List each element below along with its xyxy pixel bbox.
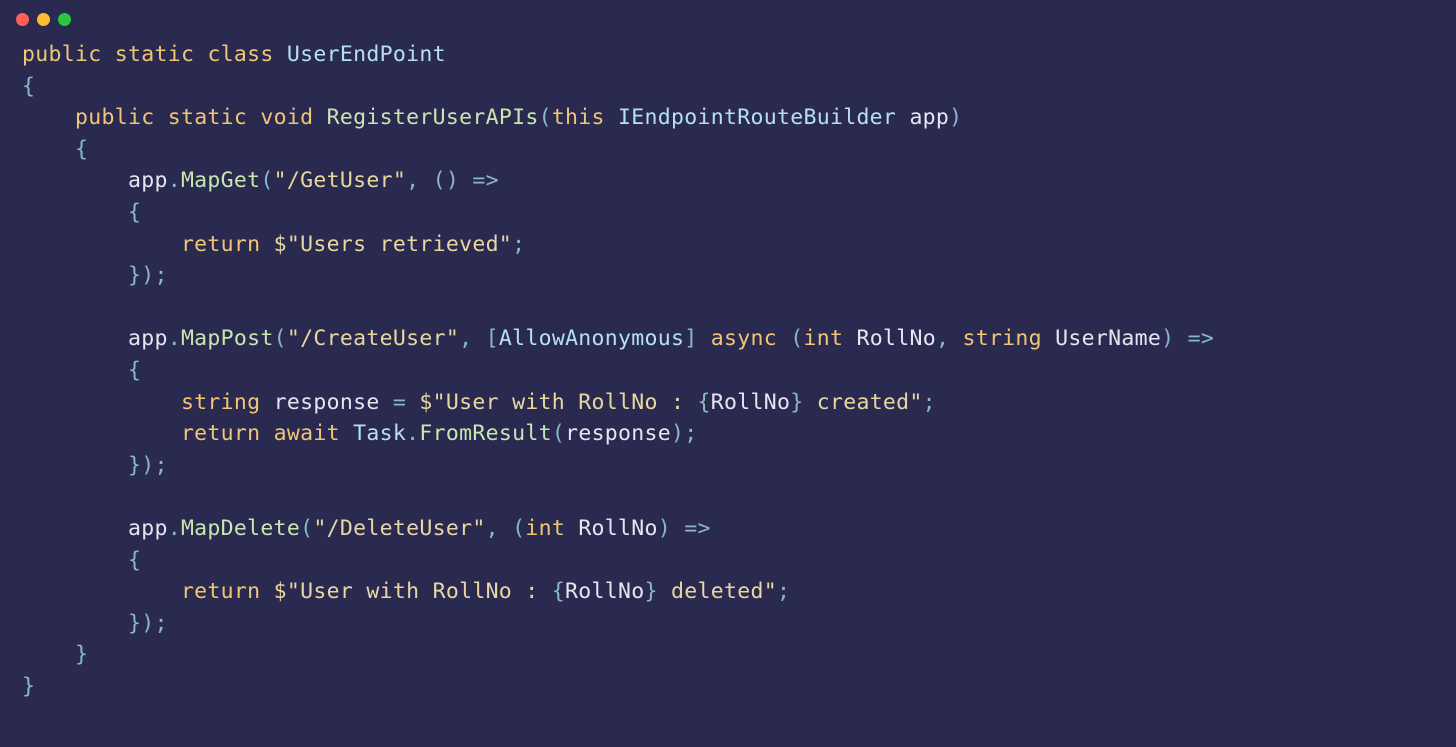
interp-brace: } xyxy=(645,579,658,604)
window-titlebar xyxy=(0,0,1456,39)
method-name: MapDelete xyxy=(181,516,300,541)
semicolon: ; xyxy=(512,232,525,257)
lambda-arrow: => xyxy=(684,516,711,541)
keyword-this: this xyxy=(552,105,605,130)
dollar-sign: $ xyxy=(274,579,287,604)
brace: }); xyxy=(128,611,168,636)
string-literal: deleted" xyxy=(658,579,777,604)
fullscreen-icon[interactable] xyxy=(58,13,71,26)
identifier: RollNo xyxy=(711,390,790,415)
brace: { xyxy=(128,548,141,573)
interp-brace: } xyxy=(790,390,803,415)
brace: { xyxy=(22,74,35,99)
keyword-string: string xyxy=(181,390,260,415)
brace: { xyxy=(75,137,88,162)
paren: ( xyxy=(552,421,565,446)
param-name: app xyxy=(909,105,949,130)
brace: }); xyxy=(128,453,168,478)
brace: } xyxy=(22,674,35,699)
string-literal: "User with RollNo : xyxy=(287,579,552,604)
paren: ) xyxy=(949,105,962,130)
bracket: ] xyxy=(684,326,697,351)
identifier: response xyxy=(274,390,380,415)
string-literal: "/CreateUser" xyxy=(287,326,459,351)
dollar-sign: $ xyxy=(419,390,432,415)
minimize-icon[interactable] xyxy=(37,13,50,26)
keyword-string: string xyxy=(962,326,1041,351)
close-icon[interactable] xyxy=(16,13,29,26)
string-literal: created" xyxy=(803,390,922,415)
identifier: app xyxy=(128,168,168,193)
identifier: app xyxy=(128,516,168,541)
paren: ( xyxy=(300,516,313,541)
identifier: response xyxy=(565,421,671,446)
interp-brace: { xyxy=(552,579,565,604)
type-name: Task xyxy=(353,421,406,446)
paren: ( xyxy=(260,168,273,193)
keyword-await: await xyxy=(274,421,340,446)
dot: . xyxy=(168,516,181,541)
paren: ( xyxy=(790,326,803,351)
dollar-sign: $ xyxy=(274,232,287,257)
paren: ( xyxy=(512,516,525,541)
method-name: RegisterUserAPIs xyxy=(327,105,539,130)
string-literal: "User with RollNo : xyxy=(433,390,698,415)
string-literal: "/GetUser" xyxy=(274,168,406,193)
paren: ( xyxy=(539,105,552,130)
comma: , xyxy=(936,326,949,351)
semicolon: ; xyxy=(777,579,790,604)
method-name: MapGet xyxy=(181,168,260,193)
lambda-arrow: => xyxy=(472,168,499,193)
keyword-void: void xyxy=(260,105,313,130)
comma: , xyxy=(459,326,472,351)
keyword-static: static xyxy=(168,105,247,130)
keyword-int: int xyxy=(804,326,844,351)
code-window: public static class UserEndPoint { publi… xyxy=(0,0,1456,747)
lambda-arrow: => xyxy=(1188,326,1215,351)
param-name: RollNo xyxy=(578,516,657,541)
semicolon: ; xyxy=(923,390,936,415)
code-editor[interactable]: public static class UserEndPoint { publi… xyxy=(0,39,1456,724)
paren: ) xyxy=(1161,326,1174,351)
paren: ); xyxy=(671,421,698,446)
type-name: IEndpointRouteBuilder xyxy=(618,105,896,130)
brace: { xyxy=(128,200,141,225)
keyword-public: public xyxy=(22,42,101,67)
keyword-static: static xyxy=(115,42,194,67)
keyword-async: async xyxy=(711,326,777,351)
method-name: MapPost xyxy=(181,326,274,351)
comma: , xyxy=(406,168,419,193)
type-name: UserEndPoint xyxy=(287,42,446,67)
keyword-return: return xyxy=(181,421,260,446)
keyword-return: return xyxy=(181,232,260,257)
string-literal: "Users retrieved" xyxy=(287,232,512,257)
brace: }); xyxy=(128,263,168,288)
dot: . xyxy=(168,326,181,351)
keyword-return: return xyxy=(181,579,260,604)
interp-brace: { xyxy=(698,390,711,415)
method-name: FromResult xyxy=(419,421,551,446)
identifier: app xyxy=(128,326,168,351)
paren: () xyxy=(433,168,460,193)
bracket: [ xyxy=(486,326,499,351)
equals: = xyxy=(393,390,406,415)
param-name: UserName xyxy=(1055,326,1161,351)
keyword-public: public xyxy=(75,105,154,130)
dot: . xyxy=(168,168,181,193)
attribute-name: AllowAnonymous xyxy=(499,326,684,351)
brace: { xyxy=(128,358,141,383)
keyword-class: class xyxy=(207,42,273,67)
paren: ) xyxy=(658,516,671,541)
identifier: RollNo xyxy=(565,579,644,604)
paren: ( xyxy=(274,326,287,351)
param-name: RollNo xyxy=(856,326,935,351)
keyword-int: int xyxy=(525,516,565,541)
brace: } xyxy=(75,642,88,667)
string-literal: "/DeleteUser" xyxy=(313,516,485,541)
comma: , xyxy=(486,516,499,541)
dot: . xyxy=(406,421,419,446)
